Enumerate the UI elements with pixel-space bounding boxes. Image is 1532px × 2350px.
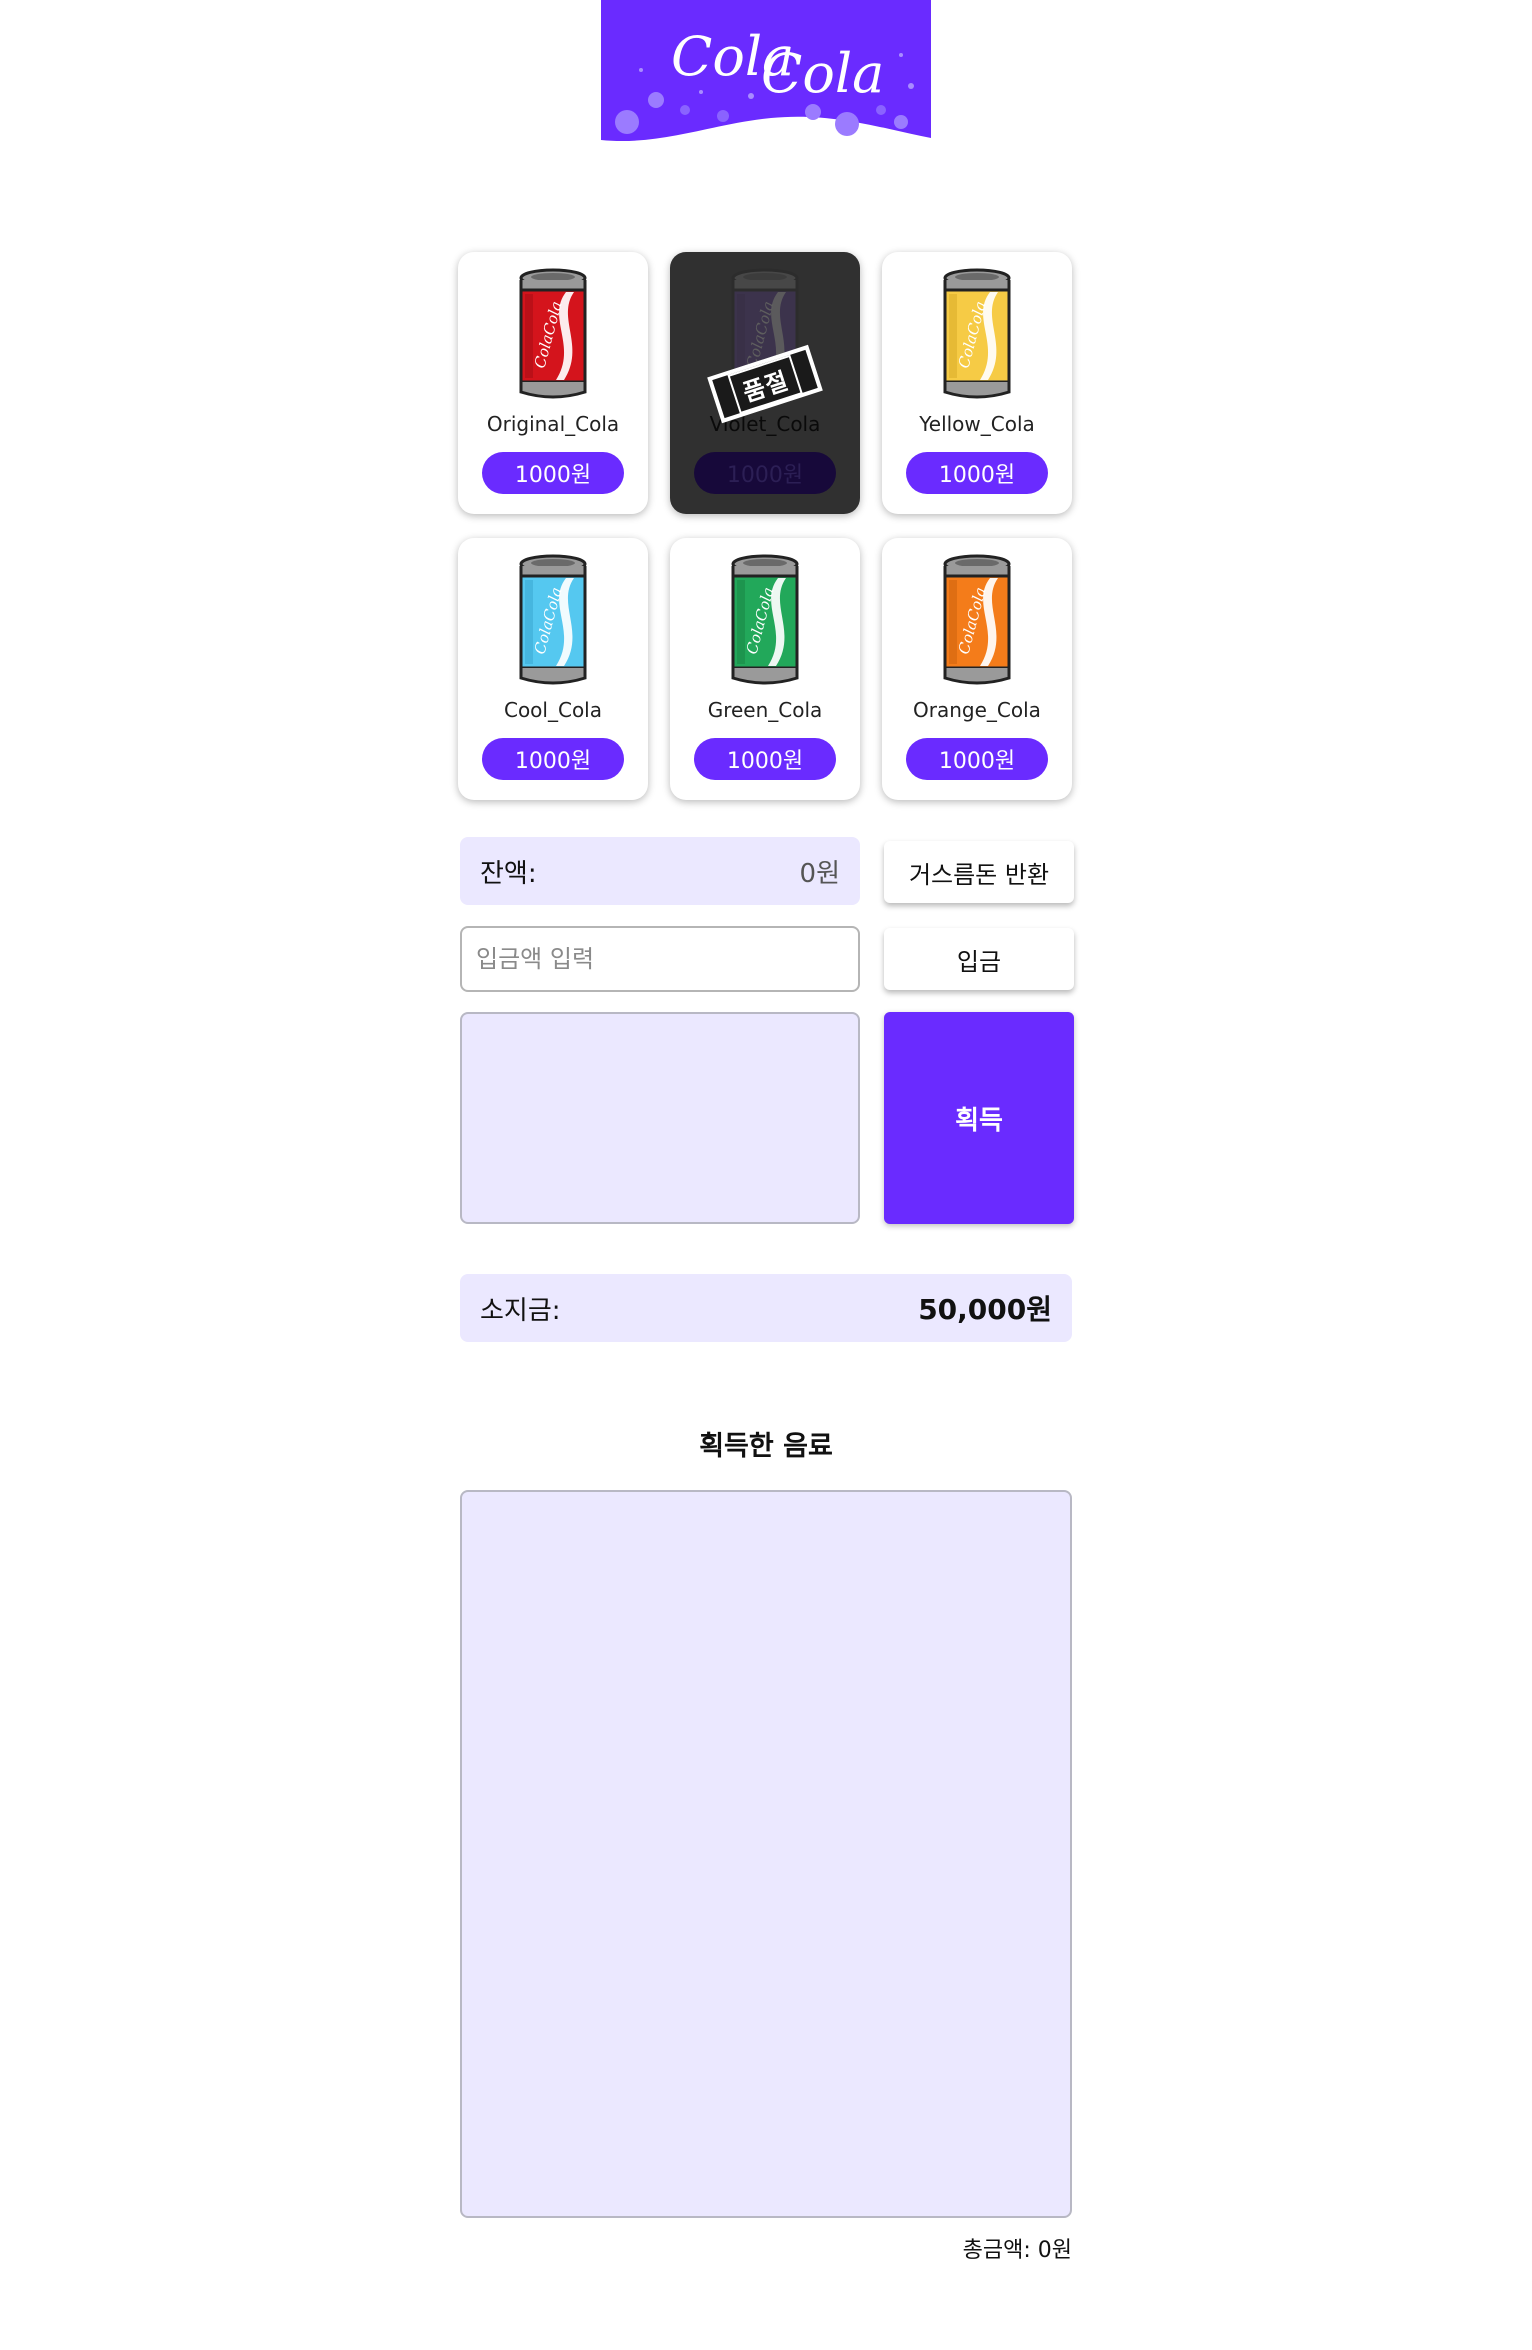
wallet-display: 소지금: 50,000원 <box>460 1274 1072 1342</box>
deposit-button[interactable]: 입금 <box>884 928 1074 990</box>
product-price-button[interactable]: 1000원 <box>906 738 1048 780</box>
product-price-button[interactable]: 1000원 <box>694 738 836 780</box>
product-grid: ColaCola Original_Cola 1000원 ColaCola Vi… <box>458 252 1072 800</box>
product-price-button[interactable]: 1000원 <box>482 738 624 780</box>
total-value: 0원 <box>1037 2238 1072 2263</box>
obtained-drinks-box <box>460 1490 1072 2218</box>
balance-label: 잔액: <box>480 858 537 889</box>
product-price-button[interactable]: 1000원 <box>482 452 624 494</box>
total-amount: 총금액: 0원 <box>460 2232 1072 2264</box>
selected-drinks-box <box>460 1012 860 1224</box>
obtained-title: 획득한 음료 <box>699 1431 833 1462</box>
product-price-button[interactable]: 1000원 <box>694 452 836 494</box>
product-card[interactable]: ColaCola Cool_Cola 1000원 <box>458 538 648 800</box>
product-name: Cool_Cola <box>503 698 602 722</box>
cola-can-image: ColaCola <box>519 268 587 399</box>
cola-can-image: ColaCola <box>943 554 1011 685</box>
svg-text:Cola: Cola <box>761 42 884 105</box>
balance-value: 0원 <box>799 858 840 889</box>
product-card[interactable]: ColaCola Yellow_Cola 1000원 <box>882 252 1072 514</box>
product-name: Orange_Cola <box>913 698 1041 722</box>
cola-can-image: ColaCola <box>519 554 587 685</box>
product-price-button[interactable]: 1000원 <box>906 452 1048 494</box>
product-name: Yellow_Cola <box>919 412 1035 436</box>
product-card[interactable]: ColaCola Original_Cola 1000원 <box>458 252 648 514</box>
balance-display: 잔액: 0원 <box>460 837 860 905</box>
cola-logo: Cola Cola <box>601 0 931 145</box>
product-card[interactable]: ColaCola Violet_Cola 1000원 품절 <box>670 252 860 514</box>
cola-can-image: ColaCola <box>731 554 799 685</box>
product-name: Green_Cola <box>707 698 823 722</box>
wallet-label: 소지금: <box>480 1295 561 1326</box>
product-name: Original_Cola <box>486 412 620 436</box>
wallet-value: 50,000원 <box>918 1293 1052 1326</box>
cola-can-image: ColaCola <box>943 268 1011 399</box>
total-label: 총금액: <box>962 2238 1031 2263</box>
product-card[interactable]: ColaCola Green_Cola 1000원 <box>670 538 860 800</box>
product-card[interactable]: ColaCola Orange_Cola 1000원 <box>882 538 1072 800</box>
get-button[interactable]: 획득 <box>884 1012 1074 1224</box>
deposit-input[interactable] <box>460 926 860 992</box>
product-name: Violet_Cola <box>709 412 821 436</box>
return-change-button[interactable]: 거스름돈 반환 <box>884 841 1074 903</box>
